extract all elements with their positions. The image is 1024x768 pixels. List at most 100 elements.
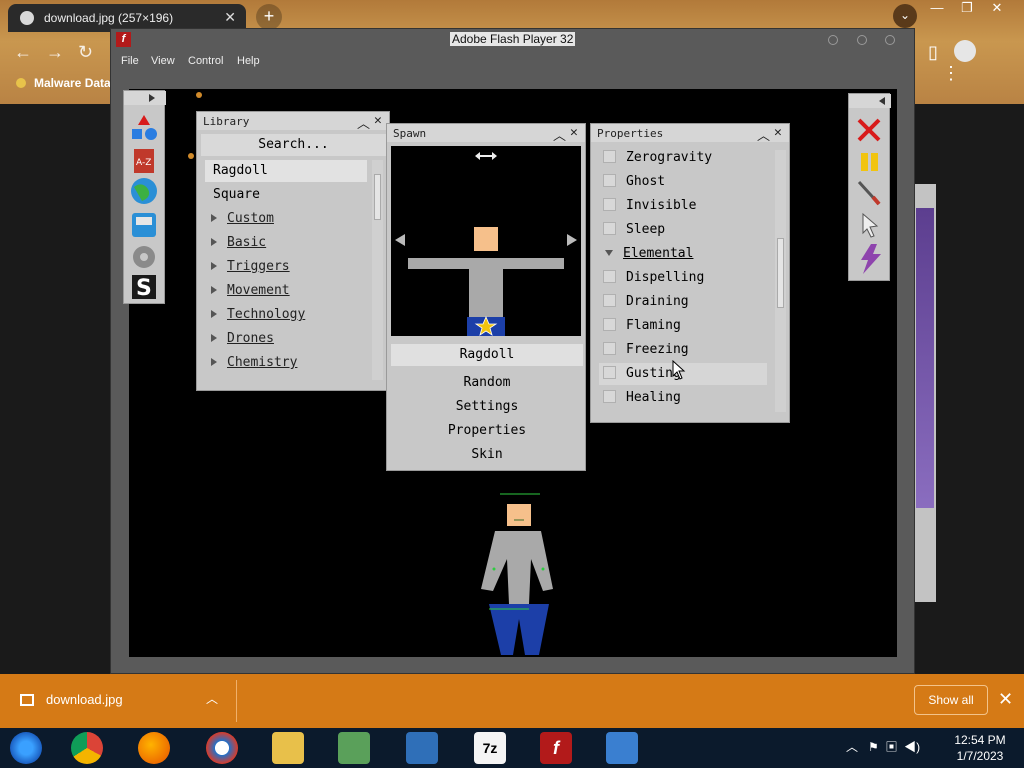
7zip-icon[interactable]: 7z	[474, 732, 506, 764]
checkbox[interactable]	[603, 270, 616, 283]
download-options-chevron-icon[interactable]: ︿	[206, 690, 218, 707]
reload-icon[interactable]: ↻	[78, 42, 93, 63]
flash-minimize-button[interactable]	[828, 35, 838, 45]
network-icon[interactable]: ▣	[885, 740, 897, 754]
forward-icon[interactable]: →	[46, 42, 64, 63]
library-search-input[interactable]: Search...	[201, 134, 386, 156]
spawn-option-skin[interactable]: Skin	[391, 444, 583, 466]
flag-icon[interactable]: ⚑	[868, 740, 879, 754]
close-icon[interactable]: ✕	[570, 125, 578, 140]
image-file-icon	[20, 694, 34, 706]
property-sleep[interactable]: Sleep	[599, 219, 767, 241]
library-scrollbar[interactable]	[372, 160, 383, 380]
save-disk-icon[interactable]	[132, 213, 156, 237]
back-icon[interactable]: ←	[14, 42, 32, 63]
flash-player-taskbar-icon[interactable]: f	[540, 732, 572, 764]
library-category-custom[interactable]: Custom	[205, 208, 367, 230]
chrome-icon[interactable]	[71, 732, 103, 764]
spawn-preview[interactable]	[391, 146, 581, 336]
spawn-option-random[interactable]: Random	[391, 372, 583, 394]
volume-icon[interactable]: ◀)	[904, 740, 920, 754]
library-category-technology[interactable]: Technology	[205, 304, 367, 326]
lightning-icon[interactable]	[861, 244, 881, 274]
spawn-option-properties[interactable]: Properties	[391, 420, 583, 442]
checkbox[interactable]	[603, 174, 616, 187]
new-tab-button[interactable]: +	[256, 4, 282, 30]
close-icon[interactable]: ✕	[374, 113, 382, 128]
firefox-icon[interactable]	[138, 732, 170, 764]
library-item-square[interactable]: Square	[205, 184, 367, 206]
checkbox[interactable]	[603, 198, 616, 211]
library-category-basic[interactable]: Basic	[205, 232, 367, 254]
shapes-icon[interactable]	[132, 115, 157, 140]
clock[interactable]: 12:54 PM 1/7/2023	[948, 732, 1012, 764]
menu-help[interactable]: Help	[237, 55, 260, 67]
property-freezing[interactable]: Freezing	[599, 339, 767, 361]
tab-close-icon[interactable]: ✕	[224, 9, 236, 26]
start-orb-icon[interactable]	[10, 732, 42, 764]
obama-logo-icon[interactable]	[206, 732, 238, 764]
checkbox[interactable]	[603, 294, 616, 307]
previous-arrow-icon[interactable]	[395, 234, 405, 246]
next-arrow-icon[interactable]	[567, 234, 577, 246]
flash-close-button[interactable]	[885, 35, 895, 45]
tray-expand-icon[interactable]: ︿	[846, 740, 858, 754]
spawn-option-settings[interactable]: Settings	[391, 396, 583, 418]
collapse-icon[interactable]: ︿	[757, 125, 770, 144]
close-downloads-icon[interactable]: ✕	[998, 689, 1013, 710]
property-invisible[interactable]: Invisible	[599, 195, 767, 217]
collapse-icon[interactable]: ︿	[553, 125, 566, 144]
checkbox[interactable]	[603, 222, 616, 235]
library-item-ragdoll[interactable]: Ragdoll	[205, 160, 367, 182]
library-category-drones[interactable]: Drones	[205, 328, 367, 350]
close-icon[interactable]: ✕	[774, 125, 782, 140]
checkbox[interactable]	[603, 342, 616, 355]
library-category-triggers[interactable]: Triggers	[205, 256, 367, 278]
property-zerogravity[interactable]: Zerogravity	[599, 147, 767, 169]
property-ghost[interactable]: Ghost	[599, 171, 767, 193]
knife-tool-icon[interactable]	[857, 180, 881, 206]
network-users-icon[interactable]	[338, 732, 370, 764]
property-flaming[interactable]: Flaming	[599, 315, 767, 337]
sidebar-icon[interactable]: ▯	[928, 42, 938, 62]
tab-search-chevron-icon[interactable]: ⌄	[893, 4, 917, 28]
globe-world-icon[interactable]	[131, 178, 157, 204]
pause-icon[interactable]	[861, 153, 878, 171]
restore-icon[interactable]: ❐	[952, 0, 982, 16]
property-healing[interactable]: Healing	[599, 387, 767, 409]
delete-x-icon[interactable]	[857, 118, 881, 142]
collapse-icon[interactable]: ︿	[357, 113, 370, 132]
library-category-chemistry[interactable]: Chemistry	[205, 352, 367, 374]
sandbox-s-icon[interactable]: S	[132, 275, 156, 301]
flip-horizontal-icon[interactable]	[475, 152, 497, 160]
checkbox[interactable]	[603, 318, 616, 331]
properties-scrollbar[interactable]	[775, 150, 786, 412]
show-all-button[interactable]: Show all	[914, 685, 988, 715]
checkbox[interactable]	[603, 150, 616, 163]
menu-control[interactable]: Control	[188, 55, 223, 67]
tool-palette-right	[848, 93, 891, 281]
file-explorer-icon[interactable]	[272, 732, 304, 764]
library-book-icon[interactable]: A-Z	[134, 149, 154, 173]
close-window-icon[interactable]: ✕	[982, 0, 1012, 16]
property-dispelling[interactable]: Dispelling	[599, 267, 767, 289]
menu-dots-icon[interactable]: ⋮	[942, 63, 960, 83]
settings-gear-icon[interactable]	[133, 246, 155, 268]
property-draining[interactable]: Draining	[599, 291, 767, 313]
computer-disk-icon[interactable]	[406, 732, 438, 764]
library-category-movement[interactable]: Movement	[205, 280, 367, 302]
cursor-pointer-icon[interactable]	[862, 212, 879, 238]
minimize-icon[interactable]: —	[922, 0, 952, 15]
virtual-pc-icon[interactable]	[606, 732, 638, 764]
menu-file[interactable]: File	[121, 55, 139, 67]
checkbox[interactable]	[603, 366, 616, 379]
flash-maximize-button[interactable]	[857, 35, 867, 45]
checkbox[interactable]	[603, 390, 616, 403]
bookmark-item[interactable]: Malware Data	[16, 76, 111, 90]
property-group-elemental[interactable]: Elemental	[599, 243, 767, 265]
profile-avatar[interactable]	[953, 40, 976, 62]
property-label: Ghost	[626, 174, 666, 189]
menu-view[interactable]: View	[151, 55, 175, 67]
spawn-option-ragdoll[interactable]: Ragdoll	[391, 344, 583, 366]
download-item[interactable]: download.jpg	[20, 692, 123, 707]
